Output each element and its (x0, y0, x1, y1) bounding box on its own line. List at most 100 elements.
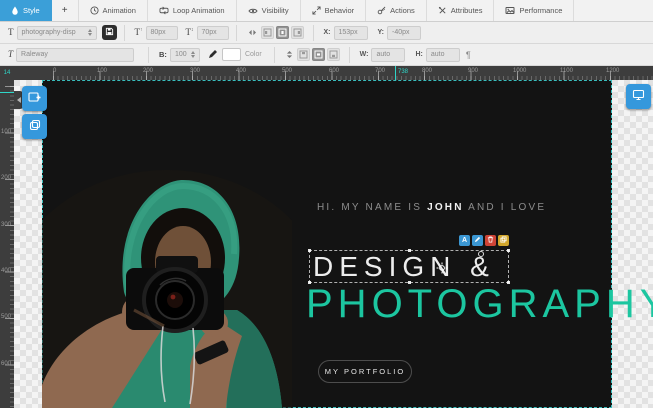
line-height-input[interactable]: 70px (197, 26, 229, 40)
selected-text-element[interactable]: DESIGN & (309, 250, 509, 283)
font-style-value: photography-disp (22, 29, 76, 36)
tab-visibility[interactable]: Visibility (237, 0, 301, 21)
vertical-axis-icon (286, 50, 293, 59)
font-weight-input[interactable]: 100 (170, 48, 200, 62)
floppy-icon (105, 27, 114, 38)
hero-title-line2[interactable]: PHOTOGRAPHY (306, 284, 653, 324)
hero-title-line1: DESIGN & (310, 253, 495, 281)
ruler-tick-label: 400 (1, 268, 11, 274)
selection-handle[interactable] (507, 249, 510, 252)
expand-arrows-icon (312, 6, 321, 15)
horizontal-ruler[interactable]: 0 100 200 300 400 500 600 700 800 900 10… (14, 66, 653, 80)
divider (313, 25, 314, 41)
align-v-middle-button[interactable] (312, 48, 325, 61)
tab-loop-animation[interactable]: Loop Animation (148, 0, 237, 21)
tab-label: Actions (390, 6, 415, 15)
ruler-tick-label: 0 (53, 68, 56, 74)
slide[interactable]: HI. MY NAME IS JOHN AND I LOVE A DESIGN … (42, 80, 612, 408)
x-position-input[interactable]: 153px (334, 26, 368, 40)
stepper-arrows-icon (191, 51, 195, 58)
edit-button[interactable] (472, 235, 483, 246)
toolbar-font: T Raleway B: 100 Color W: auto H: auto ¶ (0, 44, 653, 66)
tab-label: Attributes (451, 6, 483, 15)
ruler-tick-label: 1200 (606, 68, 619, 74)
loop-icon (159, 6, 169, 15)
copy-slides-icon (29, 119, 41, 134)
tab-behavior[interactable]: Behavior (301, 0, 367, 21)
text-color-swatch[interactable] (222, 48, 241, 61)
copy-icon (500, 236, 507, 245)
preview-button[interactable] (626, 84, 651, 109)
font-size-icon: T↑ (135, 28, 143, 37)
ruler-tick-label: 300 (190, 68, 200, 74)
tab-attributes[interactable]: Attributes (427, 0, 495, 21)
duplicate-button[interactable] (498, 235, 509, 246)
tab-label: Style (23, 6, 40, 15)
font-style-icon: T (8, 28, 14, 37)
vertical-ruler[interactable]: 100 200 300 400 500 600 (0, 80, 14, 408)
align-h-center-button[interactable] (276, 26, 289, 39)
add-panel-tab-button[interactable]: + (52, 0, 79, 21)
ruler-tick-label: 600 (329, 68, 339, 74)
h-label: H: (415, 51, 422, 58)
trash-icon (487, 236, 494, 245)
x-label: X: (324, 29, 331, 36)
clock-icon (90, 6, 99, 15)
add-slide-button[interactable] (22, 86, 47, 111)
portfolio-button[interactable]: MY PORTFOLIO (318, 360, 412, 383)
tab-style[interactable]: Style (0, 0, 52, 21)
ruler-tick-label: 100 (97, 68, 107, 74)
pen-icon (208, 49, 218, 61)
key-icon (377, 6, 386, 15)
y-position-input[interactable]: -40px (387, 26, 421, 40)
cursor-x-marker (395, 66, 396, 80)
pasteboard-right (612, 80, 653, 408)
tab-label: Visibility (262, 6, 289, 15)
cursor-y-marker (0, 92, 14, 93)
canvas: HI. MY NAME IS JOHN AND I LOVE A DESIGN … (14, 80, 653, 408)
ruler-tick-label: 300 (1, 222, 11, 228)
divider (274, 47, 275, 63)
chevron-left-icon (17, 97, 21, 103)
weight-value: 100 (175, 51, 187, 58)
h-value: auto (431, 51, 445, 58)
tab-animation[interactable]: Animation (79, 0, 148, 21)
subtitle-prefix: HI. MY NAME IS (317, 202, 427, 213)
weight-label: B: (159, 50, 167, 59)
rotation-handle[interactable] (478, 251, 484, 257)
tab-label: Performance (519, 6, 562, 15)
align-h-right-button[interactable] (291, 26, 304, 39)
font-family-input[interactable]: Raleway (16, 48, 134, 62)
divider (349, 47, 350, 63)
plus-label: + (62, 5, 68, 16)
ruler-tick-label: 600 (1, 361, 11, 367)
pencil-icon (474, 236, 481, 245)
line-height-value: 70px (202, 29, 217, 36)
height-input[interactable]: auto (426, 48, 460, 62)
tab-performance[interactable]: Performance (494, 0, 574, 21)
duplicate-slide-button[interactable] (22, 114, 47, 139)
selection-handle[interactable] (408, 249, 411, 252)
align-v-bottom-button[interactable] (327, 48, 340, 61)
line-height-icon: T↕ (186, 28, 194, 37)
save-style-button[interactable] (102, 25, 117, 40)
delete-button[interactable] (485, 235, 496, 246)
font-style-select[interactable]: photography-disp (17, 26, 97, 40)
image-icon (505, 6, 515, 15)
tab-actions[interactable]: Actions (366, 0, 427, 21)
divider (124, 25, 125, 41)
font-size-input[interactable]: 80px (146, 26, 178, 40)
w-value: auto (376, 51, 390, 58)
move-cursor-icon (436, 261, 448, 279)
tools-icon (438, 6, 447, 15)
ruler-tick-label: 1100 (560, 68, 573, 74)
hero-subtitle[interactable]: HI. MY NAME IS JOHN AND I LOVE (317, 202, 546, 213)
width-input[interactable]: auto (371, 48, 405, 62)
align-v-top-button[interactable] (297, 48, 310, 61)
align-h-left-button[interactable] (261, 26, 274, 39)
font-size-value: 80px (151, 29, 166, 36)
paragraph-settings-button[interactable]: ¶ (466, 50, 471, 60)
selection-handle[interactable] (308, 249, 311, 252)
text-style-button[interactable]: A (459, 235, 470, 246)
tab-bar: Style + Animation Loop Animation Visibil… (0, 0, 653, 22)
